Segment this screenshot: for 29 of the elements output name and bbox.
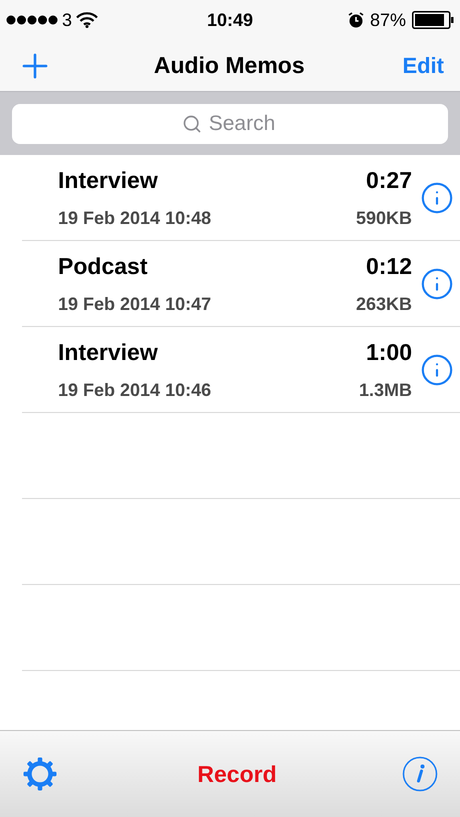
memo-duration: 1:00 bbox=[366, 338, 412, 367]
memo-size: 1.3MB bbox=[358, 379, 412, 402]
alarm-clock-icon bbox=[348, 12, 364, 28]
memo-duration: 0:12 bbox=[366, 252, 412, 281]
record-button[interactable]: Record bbox=[197, 756, 277, 792]
memo-title[interactable]: Interview bbox=[58, 162, 356, 198]
search-icon bbox=[182, 114, 202, 134]
settings-icon[interactable] bbox=[22, 756, 58, 792]
memo-title[interactable]: Interview bbox=[58, 334, 359, 370]
memo-size: 590KB bbox=[356, 207, 412, 230]
info-button[interactable] bbox=[420, 180, 454, 214]
screen-title: Audio Memos bbox=[154, 51, 305, 80]
info-button[interactable] bbox=[420, 266, 454, 300]
clock-time: 10:49 bbox=[206, 8, 254, 32]
memo-date: 19 Feb 2014 10:46 bbox=[58, 379, 212, 402]
carrier-name: 3 bbox=[62, 8, 72, 32]
info-icon[interactable] bbox=[402, 756, 438, 792]
memo-date: 19 Feb 2014 10:47 bbox=[58, 293, 212, 316]
memo-duration: 0:27 bbox=[366, 166, 412, 195]
search-field[interactable]: Search bbox=[12, 104, 448, 144]
battery-icon bbox=[412, 11, 454, 29]
battery-percent: 87% bbox=[370, 8, 406, 32]
memo-title[interactable]: Podcast bbox=[58, 248, 356, 284]
signal-icon bbox=[6, 15, 58, 25]
info-button[interactable] bbox=[420, 352, 454, 386]
memo-date: 19 Feb 2014 10:48 bbox=[58, 207, 212, 230]
memo-size: 263KB bbox=[356, 293, 412, 316]
edit-button[interactable]: Edit bbox=[402, 49, 444, 82]
wifi-icon bbox=[76, 12, 98, 28]
